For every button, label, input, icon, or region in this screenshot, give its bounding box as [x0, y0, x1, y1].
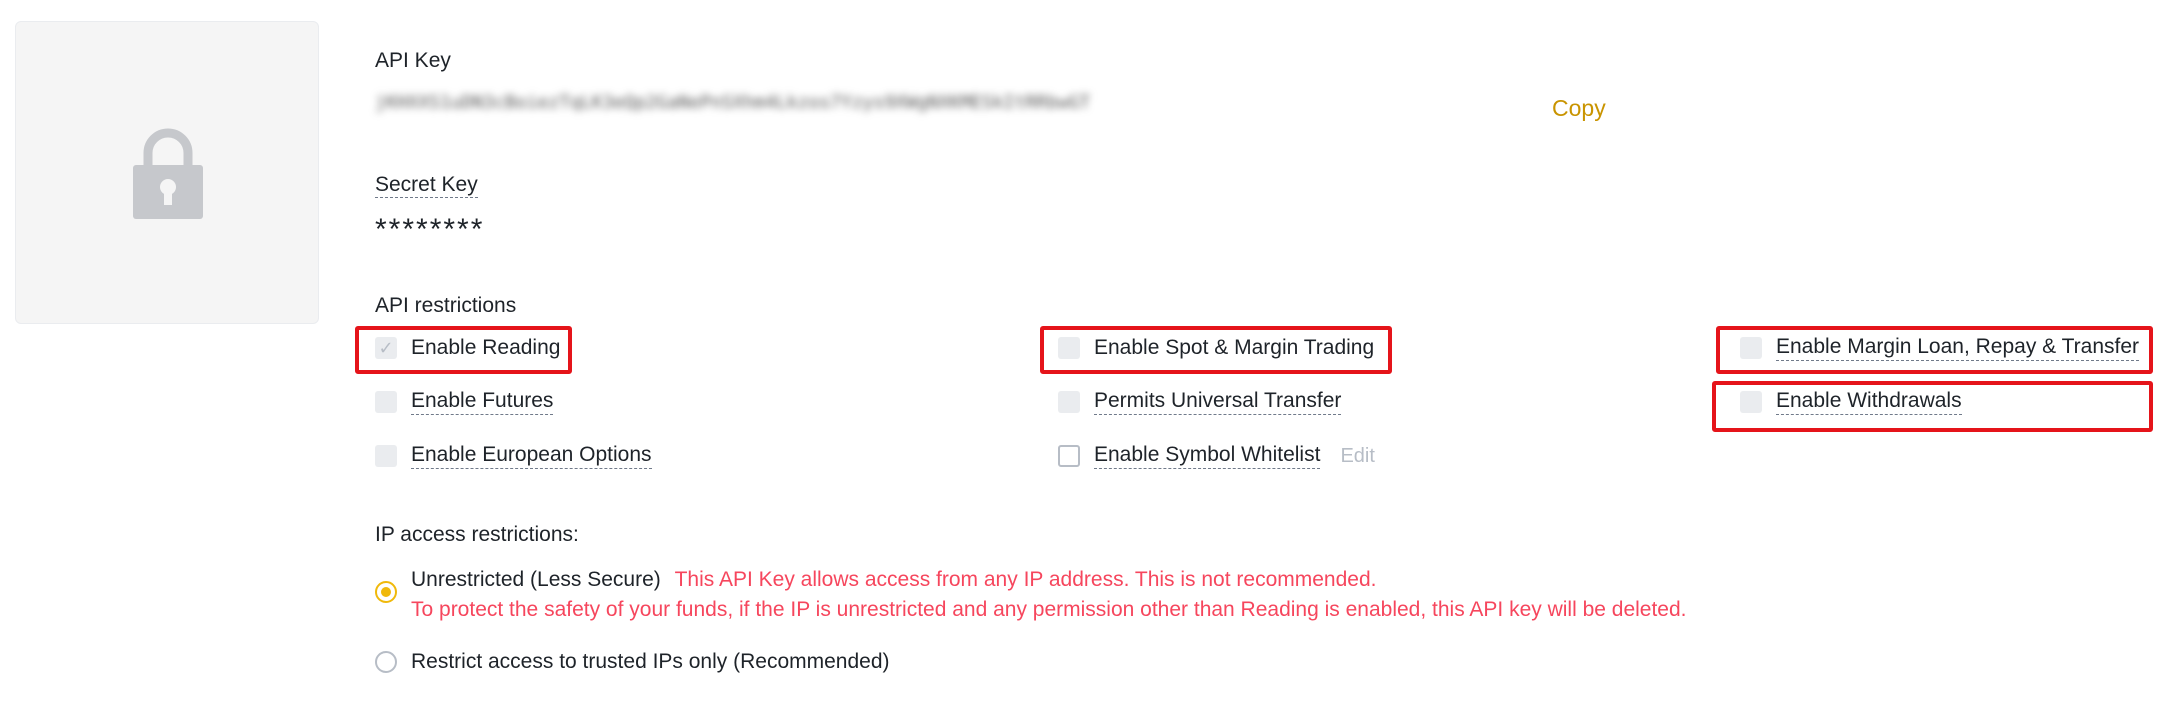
- edit-button[interactable]: Edit: [1340, 445, 1374, 468]
- highlight-box: [1716, 326, 2153, 374]
- copy-button[interactable]: Copy: [1552, 95, 1606, 122]
- radio-button[interactable]: [375, 581, 397, 603]
- ip-restrictions-label: IP access restrictions:: [375, 523, 579, 546]
- api-key-value: jKHXXS1uDN3cBoiezTqLK3eQp2GaNePnSXhm4Lkz…: [375, 92, 1091, 113]
- ip-restricted-label: Restrict access to trusted IPs only (Rec…: [411, 650, 890, 673]
- secret-key-label: Secret Key: [375, 173, 478, 198]
- checkbox[interactable]: [1058, 445, 1080, 467]
- perm-label: Enable Symbol Whitelist: [1094, 443, 1321, 469]
- ip-warning-2: To protect the safety of your funds, if …: [411, 598, 1687, 621]
- perm-label: Permits Universal Transfer: [1094, 389, 1342, 415]
- ip-unrestricted-line: Unrestricted (Less Secure) This API Key …: [411, 565, 1687, 595]
- ip-restricted-option[interactable]: Restrict access to trusted IPs only (Rec…: [375, 647, 890, 677]
- api-restrictions-label: API restrictions: [375, 294, 517, 317]
- checkbox[interactable]: [375, 445, 397, 467]
- perm-enable-symbol-whitelist[interactable]: Enable Symbol Whitelist Edit: [1058, 438, 1375, 474]
- perm-label: Enable European Options: [411, 443, 652, 469]
- perm-enable-futures[interactable]: Enable Futures: [375, 384, 554, 420]
- lock-icon: [133, 128, 203, 219]
- highlight-box: [1712, 381, 2153, 432]
- ip-unrestricted-label: Unrestricted (Less Secure): [411, 568, 661, 591]
- perm-enable-european-options[interactable]: Enable European Options: [375, 438, 652, 474]
- ip-warning-1: This API Key allows access from any IP a…: [674, 568, 1377, 591]
- api-key-label: API Key: [375, 49, 451, 72]
- ip-unrestricted-text: Unrestricted (Less Secure) This API Key …: [411, 565, 1687, 625]
- radio-button[interactable]: [375, 651, 397, 673]
- highlight-box: [355, 326, 572, 374]
- highlight-box: [1040, 326, 1392, 374]
- checkbox[interactable]: [375, 391, 397, 413]
- ip-unrestricted-option[interactable]: Unrestricted (Less Secure) This API Key …: [375, 565, 1687, 625]
- secret-key-label-text: Secret Key: [375, 173, 478, 198]
- perm-universal-transfer[interactable]: Permits Universal Transfer: [1058, 384, 1342, 420]
- perm-label: Enable Futures: [411, 389, 554, 415]
- checkbox[interactable]: [1058, 391, 1080, 413]
- secret-key-value: ********: [375, 213, 485, 246]
